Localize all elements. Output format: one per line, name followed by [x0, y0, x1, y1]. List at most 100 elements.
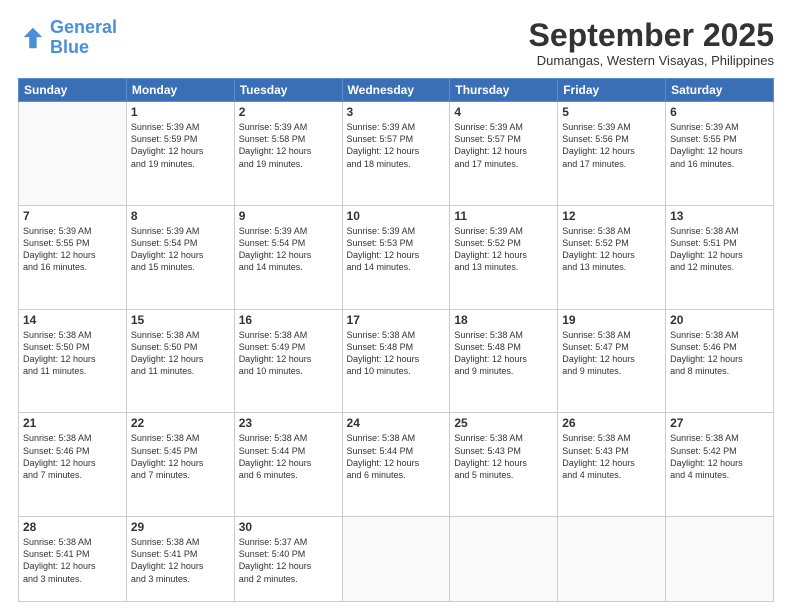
table-row: 19Sunrise: 5:38 AM Sunset: 5:47 PM Dayli…	[558, 309, 666, 413]
calendar-week-row: 7Sunrise: 5:39 AM Sunset: 5:55 PM Daylig…	[19, 205, 774, 309]
day-info: Sunrise: 5:38 AM Sunset: 5:42 PM Dayligh…	[670, 432, 769, 481]
col-friday: Friday	[558, 79, 666, 102]
table-row	[19, 102, 127, 206]
day-info: Sunrise: 5:39 AM Sunset: 5:59 PM Dayligh…	[131, 121, 230, 170]
table-row: 6Sunrise: 5:39 AM Sunset: 5:55 PM Daylig…	[666, 102, 774, 206]
day-number: 14	[23, 313, 122, 327]
table-row: 28 Sunrise: 5:38 AM Sunset: 5:41 PM Dayli…	[19, 517, 127, 602]
calendar-table: Sunday Monday Tuesday Wednesday Thursday…	[18, 78, 774, 602]
calendar-header-row: Sunday Monday Tuesday Wednesday Thursday…	[19, 79, 774, 102]
day-info: Sunrise: 5:38 AM Sunset: 5:50 PM Dayligh…	[23, 329, 122, 378]
table-row: 10 Sunrise: 5:39 AM Sunset: 5:53 PM Dayli…	[342, 205, 450, 309]
location-subtitle: Dumangas, Western Visayas, Philippines	[529, 53, 774, 68]
day-number: 15	[131, 313, 230, 327]
day-info: Sunrise: 5:38 AM Sunset: 5:43 PM Dayligh…	[454, 432, 553, 481]
day-info: Sunrise: 5:39 AM Sunset: 5:56 PM Dayligh…	[562, 121, 661, 170]
day-info: Sunrise: 5:39 AM Sunset: 5:54 PM Dayligh…	[239, 225, 338, 274]
logo-text: General Blue	[50, 18, 117, 58]
day-number: 5	[562, 105, 661, 119]
calendar-week-row: 21 Sunrise: 5:38 AM Sunset: 5:46 PM Dayli…	[19, 413, 774, 517]
logo-icon	[18, 24, 46, 52]
logo: General Blue	[18, 18, 117, 58]
day-info: Sunrise: 5:38 AM Sunset: 5:48 PM Dayligh…	[347, 329, 446, 378]
table-row: 22 Sunrise: 5:38 AM Sunset: 5:45 PM Dayli…	[126, 413, 234, 517]
col-saturday: Saturday	[666, 79, 774, 102]
table-row: 17 Sunrise: 5:38 AM Sunset: 5:48 PM Dayli…	[342, 309, 450, 413]
table-row: 29 Sunrise: 5:38 AM Sunset: 5:41 PM Dayli…	[126, 517, 234, 602]
day-number: 19	[562, 313, 661, 327]
table-row: 18 Sunrise: 5:38 AM Sunset: 5:48 PM Dayli…	[450, 309, 558, 413]
day-number: 20	[670, 313, 769, 327]
day-number: 3	[347, 105, 446, 119]
day-info: Sunrise: 5:38 AM Sunset: 5:45 PM Dayligh…	[131, 432, 230, 481]
day-number: 22	[131, 416, 230, 430]
day-info: Sunrise: 5:38 AM Sunset: 5:52 PM Dayligh…	[562, 225, 661, 274]
day-info: Sunrise: 5:38 AM Sunset: 5:49 PM Dayligh…	[239, 329, 338, 378]
day-info: Sunrise: 5:39 AM Sunset: 5:54 PM Dayligh…	[131, 225, 230, 274]
table-row: 5 Sunrise: 5:39 AM Sunset: 5:56 PM Daylig…	[558, 102, 666, 206]
day-number: 1	[131, 105, 230, 119]
table-row: 1 Sunrise: 5:39 AM Sunset: 5:59 PM Daylig…	[126, 102, 234, 206]
day-number: 16	[239, 313, 338, 327]
day-number: 29	[131, 520, 230, 534]
day-info: Sunrise: 5:38 AM Sunset: 5:43 PM Dayligh…	[562, 432, 661, 481]
table-row	[342, 517, 450, 602]
table-row: 11Sunrise: 5:39 AM Sunset: 5:52 PM Dayli…	[450, 205, 558, 309]
day-info: Sunrise: 5:38 AM Sunset: 5:44 PM Dayligh…	[347, 432, 446, 481]
day-info: Sunrise: 5:38 AM Sunset: 5:51 PM Dayligh…	[670, 225, 769, 274]
day-info: Sunrise: 5:38 AM Sunset: 5:41 PM Dayligh…	[23, 536, 122, 585]
day-info: Sunrise: 5:38 AM Sunset: 5:41 PM Dayligh…	[131, 536, 230, 585]
day-number: 25	[454, 416, 553, 430]
logo-line2: Blue	[50, 37, 89, 57]
table-row: 7Sunrise: 5:39 AM Sunset: 5:55 PM Daylig…	[19, 205, 127, 309]
calendar-week-row: 14 Sunrise: 5:38 AM Sunset: 5:50 PM Dayli…	[19, 309, 774, 413]
day-number: 8	[131, 209, 230, 223]
month-title: September 2025	[529, 18, 774, 53]
day-number: 28	[23, 520, 122, 534]
day-number: 2	[239, 105, 338, 119]
table-row: 27 Sunrise: 5:38 AM Sunset: 5:42 PM Dayli…	[666, 413, 774, 517]
title-block: September 2025 Dumangas, Western Visayas…	[529, 18, 774, 68]
col-monday: Monday	[126, 79, 234, 102]
calendar-week-row: 1 Sunrise: 5:39 AM Sunset: 5:59 PM Daylig…	[19, 102, 774, 206]
table-row: 30Sunrise: 5:37 AM Sunset: 5:40 PM Dayli…	[234, 517, 342, 602]
day-number: 30	[239, 520, 338, 534]
table-row: 4 Sunrise: 5:39 AM Sunset: 5:57 PM Daylig…	[450, 102, 558, 206]
day-number: 18	[454, 313, 553, 327]
day-info: Sunrise: 5:39 AM Sunset: 5:58 PM Dayligh…	[239, 121, 338, 170]
day-info: Sunrise: 5:39 AM Sunset: 5:55 PM Dayligh…	[670, 121, 769, 170]
day-info: Sunrise: 5:39 AM Sunset: 5:55 PM Dayligh…	[23, 225, 122, 274]
table-row: 12 Sunrise: 5:38 AM Sunset: 5:52 PM Dayli…	[558, 205, 666, 309]
col-tuesday: Tuesday	[234, 79, 342, 102]
table-row: 21 Sunrise: 5:38 AM Sunset: 5:46 PM Dayli…	[19, 413, 127, 517]
day-number: 27	[670, 416, 769, 430]
day-number: 21	[23, 416, 122, 430]
table-row: 15Sunrise: 5:38 AM Sunset: 5:50 PM Dayli…	[126, 309, 234, 413]
day-number: 17	[347, 313, 446, 327]
col-sunday: Sunday	[19, 79, 127, 102]
table-row: 25 Sunrise: 5:38 AM Sunset: 5:43 PM Dayli…	[450, 413, 558, 517]
day-info: Sunrise: 5:38 AM Sunset: 5:48 PM Dayligh…	[454, 329, 553, 378]
header: General Blue September 2025 Dumangas, We…	[18, 18, 774, 68]
day-number: 12	[562, 209, 661, 223]
day-number: 24	[347, 416, 446, 430]
table-row: 14 Sunrise: 5:38 AM Sunset: 5:50 PM Dayli…	[19, 309, 127, 413]
day-number: 13	[670, 209, 769, 223]
day-info: Sunrise: 5:39 AM Sunset: 5:57 PM Dayligh…	[454, 121, 553, 170]
logo-line1: General	[50, 17, 117, 37]
day-info: Sunrise: 5:39 AM Sunset: 5:57 PM Dayligh…	[347, 121, 446, 170]
day-info: Sunrise: 5:39 AM Sunset: 5:53 PM Dayligh…	[347, 225, 446, 274]
table-row: 16 Sunrise: 5:38 AM Sunset: 5:49 PM Dayli…	[234, 309, 342, 413]
table-row: 13 Sunrise: 5:38 AM Sunset: 5:51 PM Dayli…	[666, 205, 774, 309]
day-number: 4	[454, 105, 553, 119]
table-row	[666, 517, 774, 602]
table-row: 20Sunrise: 5:38 AM Sunset: 5:46 PM Dayli…	[666, 309, 774, 413]
day-number: 11	[454, 209, 553, 223]
day-number: 10	[347, 209, 446, 223]
calendar-week-row: 28 Sunrise: 5:38 AM Sunset: 5:41 PM Dayli…	[19, 517, 774, 602]
day-info: Sunrise: 5:38 AM Sunset: 5:46 PM Dayligh…	[23, 432, 122, 481]
day-number: 9	[239, 209, 338, 223]
table-row: 24 Sunrise: 5:38 AM Sunset: 5:44 PM Dayli…	[342, 413, 450, 517]
table-row	[558, 517, 666, 602]
day-info: Sunrise: 5:38 AM Sunset: 5:44 PM Dayligh…	[239, 432, 338, 481]
